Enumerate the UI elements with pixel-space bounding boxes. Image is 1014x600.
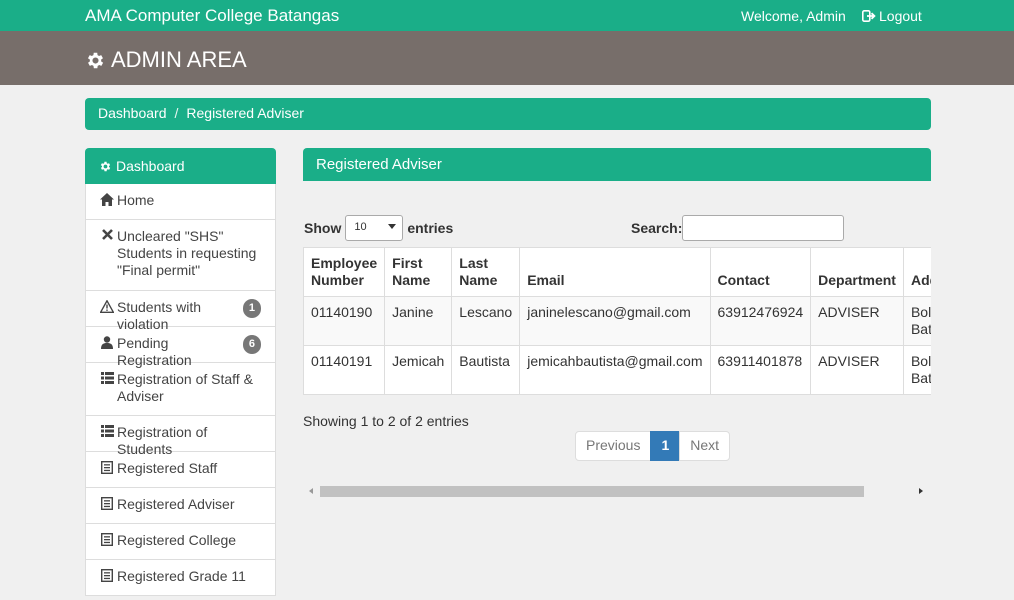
col-department[interactable]: Department (810, 247, 904, 297)
list-alt-icon (101, 569, 113, 582)
sidebar-item-label: Registered Grade 11 (117, 568, 246, 584)
brand-title[interactable]: AMA Computer College Batangas (85, 6, 339, 26)
violation-count-badge: 1 (242, 299, 261, 318)
gear-icon (87, 52, 104, 68)
advisers-table: Employee Number First Name Last Name Ema… (303, 247, 931, 395)
sidebar-heading[interactable]: Dashboard (85, 148, 276, 184)
next-page-button[interactable]: Next (679, 431, 731, 461)
cell-employee-number: 01140190 (303, 296, 386, 346)
cell-contact: 63912476924 (709, 296, 812, 346)
cell-contact: 63911401878 (709, 345, 812, 395)
sidebar-item-home[interactable]: Home (85, 184, 276, 220)
panel-heading: Registered Adviser (303, 148, 931, 181)
welcome-text: Welcome, Admin (741, 8, 846, 24)
scroll-right-icon[interactable] (919, 488, 923, 494)
sidebar: Dashboard Home Uncleared "SHS" Students … (85, 148, 276, 600)
gear-icon (100, 161, 111, 171)
search-input[interactable] (682, 215, 845, 241)
breadcrumb-current: Registered Adviser (186, 105, 304, 121)
page-title: ADMIN AREA (111, 47, 247, 72)
scrollbar-thumb[interactable] (320, 486, 864, 497)
entries-label: entries (407, 220, 454, 236)
cell-employee-number: 01140191 (303, 345, 386, 395)
cell-email: jemicahbautista@gmail.com (519, 345, 711, 395)
table-info: Showing 1 to 2 of 2 entries (303, 413, 469, 429)
pending-count-badge: 6 (242, 335, 261, 354)
search-control: Search: (631, 215, 845, 241)
home-icon (100, 193, 114, 206)
user-icon (101, 336, 113, 349)
col-last-name[interactable]: Last Name (451, 247, 521, 297)
search-label: Search: (631, 220, 683, 236)
top-navbar: AMA Computer College Batangas Welcome, A… (0, 0, 1014, 31)
col-email[interactable]: Email (519, 247, 711, 297)
warning-icon (100, 300, 114, 313)
sidebar-item-label: Registered Adviser (117, 496, 235, 512)
logout-label: Logout (879, 8, 922, 24)
page-1-button[interactable]: 1 (650, 431, 681, 461)
sidebar-item-label: Registered Staff (117, 460, 218, 476)
cell-address: Bolbok Batangas (902, 296, 931, 346)
table-container: Employee Number First Name Last Name Ema… (303, 247, 931, 395)
sidebar-item-registered-grade-11[interactable]: Registered Grade 11 (85, 560, 276, 596)
breadcrumb-dashboard[interactable]: Dashboard (98, 105, 167, 123)
sidebar-item-label: Registered College (117, 532, 237, 548)
sidebar-item-registered-college[interactable]: Registered College (85, 524, 276, 560)
entries-length-control: Show 10 entries (304, 215, 453, 241)
cell-department: ADVISER (810, 345, 904, 395)
col-first-name[interactable]: First Name (384, 247, 453, 297)
cell-address: Bolbok Batangas (902, 345, 931, 395)
table-header-row: Employee Number First Name Last Name Ema… (303, 247, 931, 297)
chevron-down-icon (388, 224, 397, 229)
list-icon (100, 425, 114, 437)
sidebar-item-label: Students with violation (117, 299, 202, 332)
col-employee-number[interactable]: Employee Number (303, 247, 386, 297)
sidebar-item-label: Uncleared "SHS" Students in requesting "… (117, 228, 257, 278)
list-alt-icon (101, 533, 113, 546)
list-alt-icon (101, 461, 113, 474)
logout-link[interactable]: Logout (862, 8, 922, 24)
logout-icon (862, 10, 876, 22)
times-icon (101, 229, 113, 240)
pagination: Previous 1 Next (575, 431, 731, 461)
sidebar-heading-label: Dashboard (116, 158, 185, 174)
sidebar-item-label: Registration of Students (117, 424, 208, 457)
previous-page-button[interactable]: Previous (575, 431, 652, 461)
list-alt-icon (101, 497, 113, 510)
horizontal-scrollbar[interactable] (303, 484, 931, 498)
sidebar-item-registered-adviser[interactable]: Registered Adviser (85, 488, 276, 524)
sidebar-item-label: Registration of Staff & Adviser (117, 371, 253, 404)
sidebar-item-register-students[interactable]: Registration of Students (85, 416, 276, 457)
breadcrumb: Dashboard / Registered Adviser (85, 98, 931, 130)
breadcrumb-separator: / (174, 105, 179, 121)
sidebar-item-uncleared-shs[interactable]: Uncleared "SHS" Students in requesting "… (85, 220, 276, 291)
col-contact[interactable]: Contact (709, 247, 812, 297)
cell-last-name: Lescano (451, 296, 521, 346)
col-address[interactable]: Address (902, 247, 931, 297)
cell-first-name: Jemicah (384, 345, 453, 395)
cell-email: janinelescano@gmail.com (519, 296, 711, 346)
cell-last-name: Bautista (451, 345, 521, 395)
sidebar-item-label: Pending Registration (117, 335, 192, 368)
entries-length-value: 10 (354, 221, 367, 233)
entries-length-select[interactable]: 10 (345, 215, 404, 241)
sidebar-item-register-staff-adviser[interactable]: Registration of Staff & Adviser (85, 363, 276, 416)
list-icon (100, 372, 114, 384)
admin-header: ADMIN AREA (0, 31, 1014, 85)
sidebar-item-label: Home (117, 192, 155, 208)
cell-department: ADVISER (810, 296, 904, 346)
table-row: 01140190 Janine Lescano janinelescano@gm… (303, 296, 931, 346)
show-label: Show (304, 220, 342, 236)
table-row: 01140191 Jemicah Bautista jemicahbautist… (303, 345, 931, 395)
sidebar-item-violations[interactable]: Students with violation 1 (85, 291, 276, 332)
scroll-left-icon[interactable] (309, 488, 313, 494)
cell-first-name: Janine (384, 296, 453, 346)
